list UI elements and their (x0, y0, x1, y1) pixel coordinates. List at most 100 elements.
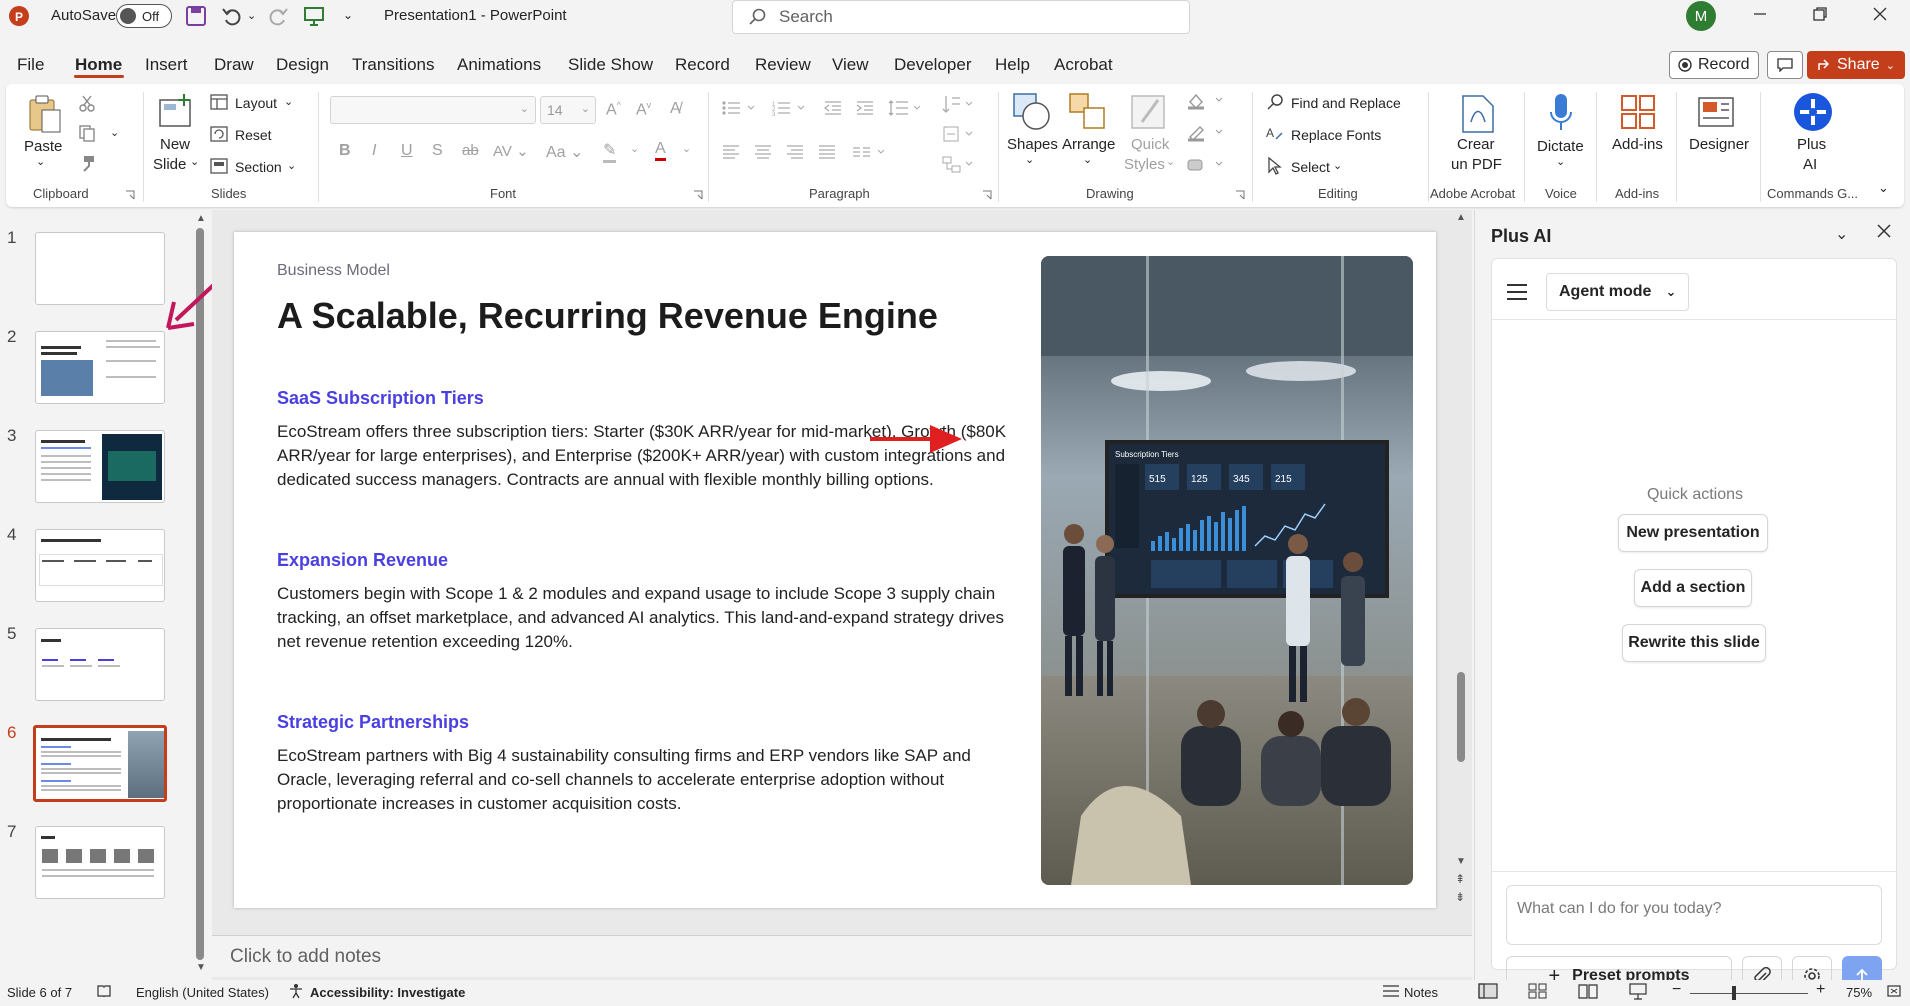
font-launcher-icon[interactable] (693, 190, 703, 200)
font-family-select[interactable]: ⌄ (330, 96, 536, 124)
tab-developer[interactable]: Developer (894, 55, 972, 75)
tab-view[interactable]: View (832, 55, 869, 75)
increase-font-size-icon[interactable]: A^ (606, 100, 621, 119)
bullets-icon[interactable] (722, 100, 756, 116)
spelling-check-icon[interactable] (96, 983, 112, 999)
bold-icon[interactable]: B (339, 142, 351, 160)
notes-pane[interactable]: Click to add notes (212, 935, 1472, 977)
plus-ai-icon[interactable] (1793, 92, 1833, 132)
editing-scrollbar[interactable] (1457, 672, 1465, 762)
reset-label[interactable]: Reset (235, 127, 272, 143)
chat-input[interactable]: What can I do for you today? (1506, 885, 1882, 945)
zoom-slider[interactable] (1690, 993, 1808, 994)
tab-record[interactable]: Record (675, 55, 730, 75)
decrease-font-size-icon[interactable]: Av (636, 100, 651, 119)
close-window-icon[interactable] (1872, 6, 1888, 22)
shapes-dropdown-icon[interactable]: ⌄ (1025, 153, 1034, 166)
tab-help[interactable]: Help (995, 55, 1030, 75)
justify-icon[interactable] (818, 144, 836, 160)
change-case-icon[interactable]: Aa ⌄ (546, 142, 583, 162)
shapes-label[interactable]: Shapes (1007, 136, 1058, 153)
italic-icon[interactable]: I (372, 142, 376, 160)
slide-thumbnail-3[interactable] (35, 430, 165, 503)
font-color-dropdown-icon[interactable]: ⌄ (682, 142, 691, 155)
text-direction-icon[interactable] (942, 94, 974, 114)
designer-icon[interactable] (1697, 94, 1737, 130)
find-icon[interactable] (1266, 93, 1284, 111)
columns-icon[interactable] (852, 144, 888, 160)
notes-toggle[interactable]: Notes (1404, 985, 1438, 1000)
record-button[interactable]: Record (1669, 51, 1759, 79)
section-heading[interactable]: Expansion Revenue (277, 550, 448, 571)
select-cursor-icon[interactable] (1266, 157, 1284, 175)
cut-icon[interactable] (78, 94, 96, 112)
convert-smartart-icon[interactable] (942, 156, 974, 174)
thumb-scroll-up-icon[interactable]: ▲ (196, 213, 206, 224)
quick-action-add-section[interactable]: Add a section (1634, 569, 1752, 607)
layout-dropdown-icon[interactable]: ⌄ (284, 95, 293, 108)
shape-outline-icon[interactable] (1186, 124, 1226, 142)
next-slide-icon[interactable]: ⇟ (1455, 890, 1465, 904)
slide-eyebrow[interactable]: Business Model (277, 262, 390, 280)
tab-file[interactable]: File (17, 55, 44, 75)
decrease-indent-icon[interactable] (824, 100, 842, 116)
arrange-label[interactable]: Arrange (1062, 136, 1115, 153)
pane-close-icon[interactable] (1877, 224, 1891, 238)
hamburger-menu-icon[interactable] (1506, 283, 1528, 301)
clear-formatting-icon[interactable]: A̸ (670, 100, 681, 118)
tab-insert[interactable]: Insert (145, 55, 188, 75)
tab-slide-show[interactable]: Slide Show (568, 55, 653, 75)
slide-photo-image[interactable]: Subscription Tiers 515 125 345 215 (1041, 256, 1413, 885)
arrange-icon[interactable] (1068, 92, 1108, 132)
edit-scroll-up-icon[interactable]: ▲ (1456, 212, 1466, 223)
section-heading[interactable]: Strategic Partnerships (277, 712, 469, 733)
paragraph-launcher-icon[interactable] (982, 190, 992, 200)
highlight-color-icon[interactable]: ✎ (603, 140, 617, 163)
thumbnail-scrollbar[interactable] (196, 228, 204, 960)
notes-icon[interactable] (1382, 983, 1400, 999)
highlight-dropdown-icon[interactable]: ⌄ (630, 142, 639, 155)
tab-review[interactable]: Review (755, 55, 811, 75)
line-spacing-icon[interactable] (888, 100, 922, 116)
autosave-toggle[interactable]: Off (116, 4, 172, 28)
add-ins-icon[interactable] (1620, 94, 1656, 130)
replace-fonts-label[interactable]: Replace Fonts (1291, 127, 1381, 143)
accessibility-status[interactable]: Accessibility: Investigate (310, 985, 465, 1000)
tab-design[interactable]: Design (276, 55, 329, 75)
shapes-icon[interactable] (1012, 92, 1052, 132)
pane-collapse-chevron-icon[interactable]: ⌄ (1835, 224, 1848, 244)
strikethrough-icon[interactable]: ab (462, 142, 479, 159)
section-heading[interactable]: SaaS Subscription Tiers (277, 388, 484, 409)
search-box[interactable]: Search (732, 0, 1190, 34)
paste-label[interactable]: Paste (24, 138, 62, 155)
dictate-label[interactable]: Dictate (1537, 138, 1584, 155)
find-replace-label[interactable]: Find and Replace (1291, 95, 1401, 111)
comments-button[interactable] (1767, 51, 1803, 79)
layout-icon[interactable] (210, 94, 228, 110)
character-spacing-icon[interactable]: AV ⌄ (493, 142, 529, 160)
zoom-level[interactable]: 75% (1846, 985, 1872, 1000)
reset-icon[interactable] (210, 126, 228, 142)
replace-fonts-icon[interactable]: A (1266, 125, 1284, 143)
paste-icon[interactable] (24, 94, 64, 134)
select-label[interactable]: Select (1291, 159, 1330, 175)
new-slide-icon[interactable] (158, 94, 194, 130)
dictate-dropdown-icon[interactable]: ⌄ (1556, 155, 1565, 168)
edit-scroll-down-icon[interactable]: ▼ (1456, 856, 1466, 867)
reading-view-icon[interactable] (1578, 982, 1598, 1000)
tab-draw[interactable]: Draw (214, 55, 254, 75)
zoom-out-icon[interactable]: − (1672, 981, 1681, 999)
slide-show-icon[interactable] (1628, 982, 1648, 1000)
designer-label[interactable]: Designer (1689, 136, 1749, 153)
numbering-icon[interactable]: 123 (772, 100, 806, 116)
fit-to-window-icon[interactable] (1886, 983, 1902, 999)
align-center-icon[interactable] (754, 144, 772, 160)
plus-ai-label-2[interactable]: AI (1803, 156, 1817, 173)
restore-icon[interactable] (1812, 6, 1828, 22)
quick-styles-label-2[interactable]: Styles (1124, 156, 1165, 173)
slide-thumbnail-1[interactable] (35, 232, 165, 305)
undo-icon[interactable] (221, 5, 243, 27)
drawing-launcher-icon[interactable] (1235, 190, 1245, 200)
plus-ai-label-1[interactable]: Plus (1797, 136, 1826, 153)
previous-slide-icon[interactable]: ⇞ (1455, 872, 1465, 886)
